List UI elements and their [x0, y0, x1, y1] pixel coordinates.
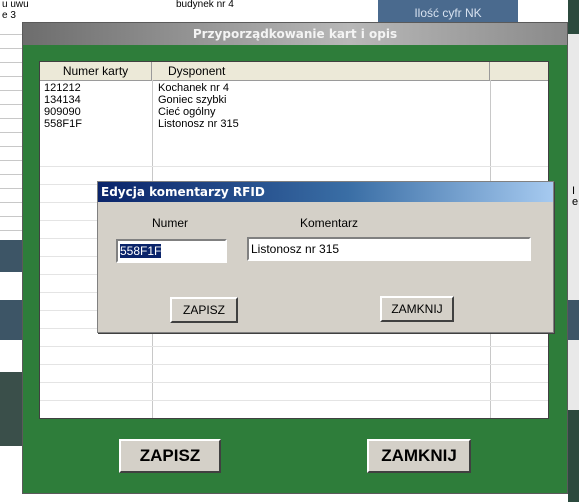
- owner-cell: Listonosz nr 315: [158, 118, 239, 130]
- background-panel: [0, 240, 22, 272]
- card-number-cell: 909090: [44, 106, 81, 118]
- background-cell: 3: [525, 4, 532, 16]
- dialog-title[interactable]: Przyporządkowanie kart i opis: [23, 23, 567, 45]
- column-header-extra: [490, 62, 548, 80]
- column-header-owner[interactable]: Dysponent: [152, 62, 490, 80]
- owner-cell: Goniec szybki: [158, 94, 227, 106]
- background-panel: [568, 0, 579, 34]
- background-panel: [568, 300, 579, 340]
- comment-field[interactable]: Listonosz nr 315: [247, 237, 531, 261]
- card-number-cell: 134134: [44, 94, 81, 106]
- owner-cell: Cieć ogólny: [158, 106, 216, 118]
- rfid-dialog-title[interactable]: Edycja komentarzy RFID: [98, 182, 553, 202]
- table-row[interactable]: 558F1F Listonosz nr 315: [40, 119, 548, 130]
- background-text: budynek nr 4: [176, 0, 234, 10]
- table-row[interactable]: 909090 Cieć ogólny: [40, 107, 548, 118]
- background-panel: [0, 300, 22, 340]
- save-button[interactable]: ZAPISZ: [119, 439, 221, 473]
- rfid-save-button[interactable]: ZAPISZ: [170, 297, 238, 323]
- table-header: Numer karty Dysponent: [40, 62, 548, 81]
- card-number-field[interactable]: 558F1F: [116, 239, 227, 263]
- background-panel: [0, 372, 22, 446]
- card-number-cell: 121212: [44, 82, 81, 94]
- owner-cell: Kochanek nr 4: [158, 82, 229, 94]
- close-button[interactable]: ZAMKNIJ: [367, 439, 471, 473]
- rfid-comment-dialog: Edycja komentarzy RFID Numer Komentarz 5…: [97, 181, 554, 333]
- background-panel: [568, 410, 579, 502]
- background-text: e: [572, 196, 579, 208]
- background-text: e 3: [2, 10, 16, 21]
- rfid-close-button[interactable]: ZAMKNIJ: [380, 296, 454, 322]
- card-number-cell: 558F1F: [44, 118, 82, 130]
- column-header-card-number[interactable]: Numer karty: [40, 62, 152, 80]
- table-row[interactable]: 134134 Goniec szybki: [40, 95, 548, 106]
- number-label: Numer: [152, 216, 189, 230]
- comment-label: Komentarz: [300, 216, 359, 230]
- table-row[interactable]: 121212 Kochanek nr 4: [40, 83, 548, 94]
